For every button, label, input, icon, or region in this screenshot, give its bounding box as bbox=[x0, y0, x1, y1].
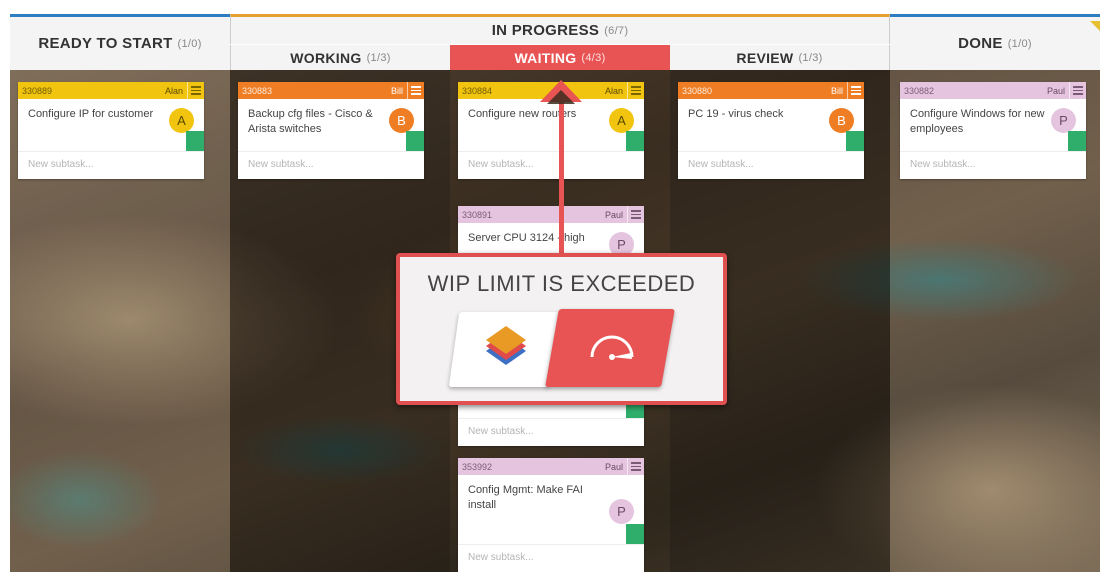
card-menu-icon[interactable] bbox=[627, 82, 644, 99]
column-title: REVIEW bbox=[736, 49, 794, 66]
task-card[interactable]: 353992 Paul Config Mgmt: Make FAI instal… bbox=[458, 458, 644, 572]
column-count: (1/0) bbox=[177, 37, 202, 50]
wip-arrow-inner bbox=[547, 90, 575, 104]
card-title: Configure IP for customer bbox=[28, 108, 154, 120]
task-card[interactable]: 330889 Alan Configure IP for customer A … bbox=[18, 82, 204, 179]
column-header-in-progress[interactable]: IN PROGRESS (6/7) bbox=[230, 14, 890, 44]
new-subtask-input[interactable]: New subtask... bbox=[458, 545, 644, 572]
card-body: Configure IP for customer A bbox=[18, 99, 204, 152]
card-header: 353992 Paul bbox=[458, 458, 644, 475]
card-menu-icon[interactable] bbox=[1069, 82, 1086, 99]
card-header: 330883 Bill bbox=[238, 82, 424, 99]
card-header: 330880 Bill bbox=[678, 82, 864, 99]
card-header: 330882 Paul bbox=[900, 82, 1086, 99]
card-menu-icon[interactable] bbox=[847, 82, 864, 99]
card-title: Config Mgmt: Make FAI install bbox=[468, 484, 583, 511]
column-count: (1/3) bbox=[798, 51, 823, 64]
column-title: WAITING bbox=[514, 49, 577, 66]
card-id: 330880 bbox=[682, 85, 713, 96]
speedometer-icon bbox=[590, 335, 634, 360]
card-menu-icon[interactable] bbox=[627, 458, 644, 475]
column-count: (1/0) bbox=[1007, 37, 1032, 50]
task-card[interactable]: 330883 Bill Backup cfg files - Cisco & A… bbox=[238, 82, 424, 179]
card-title: PC 19 - virus check bbox=[688, 108, 784, 120]
column-title: WORKING bbox=[290, 49, 362, 66]
card-id: 330883 bbox=[242, 85, 273, 96]
avatar[interactable]: A bbox=[609, 108, 634, 133]
column-header-ready[interactable]: READY TO START (1/0) bbox=[10, 14, 230, 70]
column-title: DONE bbox=[958, 35, 1003, 52]
card-owner: Paul bbox=[1046, 85, 1065, 96]
card-title: Backup cfg files - Cisco & Arista switch… bbox=[248, 108, 373, 135]
column-count: (1/3) bbox=[366, 51, 391, 64]
card-id: 330882 bbox=[904, 85, 935, 96]
new-subtask-input[interactable]: New subtask... bbox=[458, 419, 644, 446]
card-header: 330891 Paul bbox=[458, 206, 644, 223]
card-body: Configure new routers A bbox=[458, 99, 644, 152]
avatar[interactable]: B bbox=[829, 108, 854, 133]
status-tab[interactable] bbox=[1068, 131, 1086, 151]
card-owner: Alan bbox=[164, 85, 183, 96]
new-subtask-input[interactable]: New subtask... bbox=[900, 152, 1086, 179]
card-title: Configure Windows for new employees bbox=[910, 108, 1045, 135]
card-owner: Bill bbox=[830, 85, 843, 96]
card-menu-icon[interactable] bbox=[407, 82, 424, 99]
avatar[interactable]: B bbox=[389, 108, 414, 133]
status-tab[interactable] bbox=[626, 131, 644, 151]
status-tab[interactable] bbox=[626, 524, 644, 544]
card-owner: Bill bbox=[390, 85, 403, 96]
column-header-working[interactable]: WORKING (1/3) bbox=[230, 45, 450, 70]
wip-arrow-shaft bbox=[559, 92, 564, 260]
column-title: READY TO START bbox=[38, 35, 173, 52]
column-count: (6/7) bbox=[604, 24, 629, 37]
task-card[interactable]: 330880 Bill PC 19 - virus check B New su… bbox=[678, 82, 864, 179]
avatar[interactable]: P bbox=[609, 499, 634, 524]
column-title: IN PROGRESS bbox=[491, 22, 600, 39]
column-header-waiting[interactable]: WAITING (4/3) bbox=[450, 45, 670, 70]
column-header-review[interactable]: REVIEW (1/3) bbox=[670, 45, 890, 70]
status-tab[interactable] bbox=[186, 131, 204, 151]
card-owner: Paul bbox=[604, 209, 623, 220]
corner-marker-icon bbox=[1090, 21, 1100, 31]
card-id: 330889 bbox=[22, 85, 53, 96]
status-tab[interactable] bbox=[406, 131, 424, 151]
avatar[interactable]: P bbox=[1051, 108, 1076, 133]
card-body: Configure Windows for new employees P bbox=[900, 99, 1086, 152]
card-id: 330891 bbox=[462, 209, 493, 220]
card-body: Backup cfg files - Cisco & Arista switch… bbox=[238, 99, 424, 152]
wip-limit-message: WIP LIMIT IS EXCEEDED bbox=[427, 271, 696, 296]
card-body: PC 19 - virus check B bbox=[678, 99, 864, 152]
card-body: Config Mgmt: Make FAI install P bbox=[458, 475, 644, 545]
card-owner: Alan bbox=[604, 85, 623, 96]
column-header-done[interactable]: DONE (1/0) bbox=[890, 14, 1100, 70]
layers-logo-icon bbox=[486, 326, 526, 365]
card-menu-icon[interactable] bbox=[187, 82, 204, 99]
card-menu-icon[interactable] bbox=[627, 206, 644, 223]
card-owner: Paul bbox=[604, 461, 623, 472]
wip-limit-dialog: WIP LIMIT IS EXCEEDED bbox=[396, 253, 727, 405]
column-count: (4/3) bbox=[581, 51, 606, 64]
new-subtask-input[interactable]: New subtask... bbox=[18, 152, 204, 179]
new-subtask-input[interactable]: New subtask... bbox=[238, 152, 424, 179]
new-subtask-input[interactable]: New subtask... bbox=[678, 152, 864, 179]
task-card[interactable]: 330882 Paul Configure Windows for new em… bbox=[900, 82, 1086, 179]
card-title: Server CPU 3124 - high bbox=[468, 232, 585, 244]
avatar[interactable]: A bbox=[169, 108, 194, 133]
card-id: 330884 bbox=[462, 85, 493, 96]
status-tab[interactable] bbox=[846, 131, 864, 151]
card-header: 330889 Alan bbox=[18, 82, 204, 99]
card-id: 353992 bbox=[462, 461, 493, 472]
new-subtask-input[interactable]: New subtask... bbox=[458, 152, 644, 179]
